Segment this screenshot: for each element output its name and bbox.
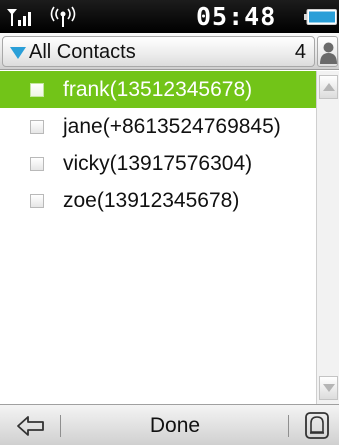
contact-group-title: All Contacts (29, 41, 136, 63)
contact-label: vicky(13917576304) (63, 152, 253, 175)
contact-checkbox[interactable] (30, 157, 44, 171)
contact-group-dropdown[interactable]: All Contacts 4 (2, 36, 315, 67)
done-button[interactable]: Done (100, 405, 250, 445)
contact-row[interactable]: zoe(13912345678) (0, 182, 316, 219)
contact-row[interactable]: jane(+8613524769845) (0, 108, 316, 145)
contacts-header: All Contacts 4 (0, 33, 339, 70)
scroll-up-arrow-icon (323, 83, 335, 91)
bottom-softkey-bar: Done (0, 404, 339, 445)
options-button[interactable] (294, 405, 339, 445)
signal-strength-icon (7, 9, 31, 26)
status-bar: 05:48 (0, 0, 339, 33)
scroll-down-arrow-icon (323, 384, 335, 392)
contact-label: zoe(13912345678) (63, 189, 240, 212)
contact-count: 4 (294, 41, 306, 63)
contact-person-icon (320, 42, 337, 64)
options-menu-icon (305, 412, 329, 439)
back-arrow-icon (17, 416, 44, 436)
contact-checkbox[interactable] (30, 194, 44, 208)
contact-list: frank(13512345678) jane(+8613524769845) … (0, 71, 316, 404)
scroll-up-button[interactable] (319, 75, 338, 99)
antenna-icon (50, 6, 76, 27)
dropdown-triangle-icon (10, 47, 26, 59)
contacts-button[interactable] (317, 36, 338, 67)
softkey-divider (60, 415, 61, 437)
contact-row[interactable]: vicky(13917576304) (0, 145, 316, 182)
contact-checkbox[interactable] (30, 120, 44, 134)
contact-label: jane(+8613524769845) (63, 115, 281, 138)
softkey-divider (288, 415, 289, 437)
contact-row[interactable]: frank(13512345678) (0, 71, 316, 108)
list-scrollbar[interactable] (316, 71, 339, 404)
contact-label: frank(13512345678) (63, 78, 253, 101)
contact-checkbox[interactable] (30, 83, 44, 97)
scroll-down-button[interactable] (319, 376, 338, 400)
back-button[interactable] (0, 405, 60, 445)
status-clock: 05:48 (196, 2, 277, 31)
battery-icon (304, 9, 337, 25)
